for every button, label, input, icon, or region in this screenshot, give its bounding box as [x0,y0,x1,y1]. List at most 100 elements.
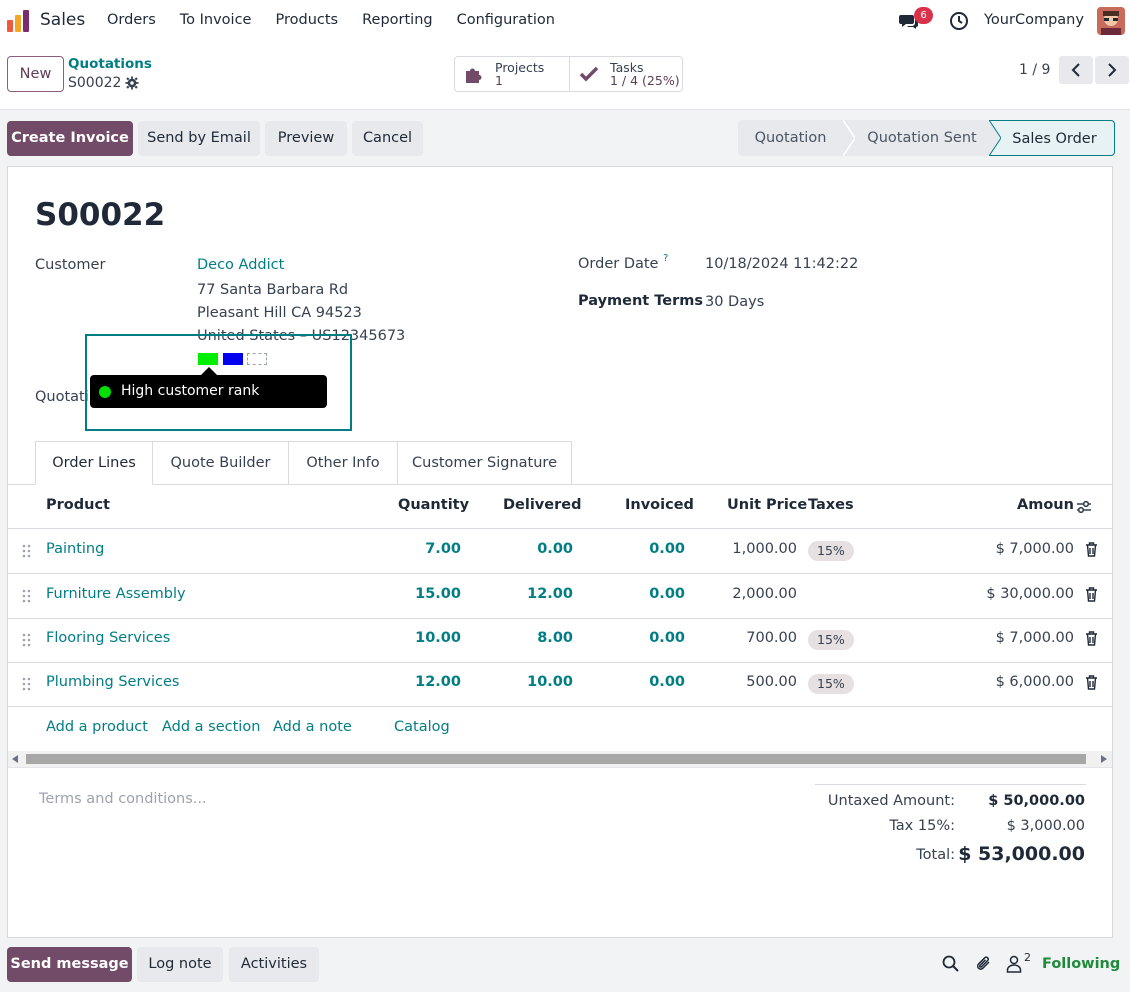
row-product[interactable]: Plumbing Services [46,674,179,690]
projects-smart-button[interactable]: Projects 1 [455,57,569,91]
add-product-link[interactable]: Add a product [46,719,148,735]
col-delivered[interactable]: Delivered [503,497,581,513]
scrollbar-thumb[interactable] [26,754,1086,764]
add-section-link[interactable]: Add a section [162,719,260,735]
payment-terms-value[interactable]: 30 Days [705,294,764,310]
row-quantity[interactable]: 7.00 [425,541,461,557]
tasks-progress: 1 / 4 (25%) [610,72,680,88]
followers-icon[interactable] [1006,955,1022,973]
row-product[interactable]: Painting [46,541,104,557]
col-product[interactable]: Product [46,497,110,513]
tab-order-lines[interactable]: Order Lines [35,441,153,485]
pager-value[interactable]: 1 / 9 [1019,62,1050,78]
gear-icon[interactable] [125,76,139,90]
row-invoiced[interactable]: 0.00 [649,630,685,646]
search-icon[interactable] [942,955,959,973]
trash-icon[interactable] [1085,675,1098,690]
row-product[interactable]: Furniture Assembly [46,586,186,602]
tasks-smart-button[interactable]: Tasks 1 / 4 (25%) [569,57,682,91]
row-quantity[interactable]: 15.00 [415,586,461,602]
scroll-right-icon[interactable] [1101,755,1107,763]
send-by-email-button[interactable]: Send by Email [138,121,260,156]
table-row[interactable]: Furniture Assembly 15.00 12.00 0.00 2,00… [8,574,1112,619]
following-button[interactable]: Following [1042,956,1120,972]
preview-button[interactable]: Preview [265,121,347,156]
catalog-link[interactable]: Catalog [394,719,450,735]
row-unit-price[interactable]: 500.00 [746,674,797,690]
tax-badge[interactable]: 15% [808,630,854,650]
drag-handle-icon[interactable] [22,633,32,647]
trash-icon[interactable] [1085,542,1098,557]
pager-next-button[interactable] [1095,56,1129,84]
tax-badge[interactable]: 15% [808,674,854,694]
table-row[interactable]: Plumbing Services 12.00 10.00 0.00 500.0… [8,662,1112,707]
tab-customer-signature[interactable]: Customer Signature [398,441,572,485]
sales-app-icon[interactable] [6,9,30,33]
row-unit-price[interactable]: 700.00 [746,630,797,646]
add-note-link[interactable]: Add a note [273,719,352,735]
row-delivered[interactable]: 0.00 [537,541,573,557]
terms-and-conditions-input[interactable]: Terms and conditions... [39,791,207,807]
menu-configuration[interactable]: Configuration [457,12,555,28]
table-row[interactable]: Painting 7.00 0.00 0.00 1,000.00 15% $ 7… [8,529,1112,574]
form-sheet: S00022 Customer Deco Addict 77 Santa Bar… [7,166,1113,938]
paperclip-icon[interactable] [975,955,993,973]
company-switcher[interactable]: YourCompany [984,12,1084,28]
user-avatar[interactable] [1097,7,1125,35]
cancel-button[interactable]: Cancel [352,121,423,156]
app-name[interactable]: Sales [40,10,85,30]
col-quantity[interactable]: Quantity [398,497,469,513]
menu-products[interactable]: Products [275,12,338,28]
drag-handle-icon[interactable] [22,677,32,691]
row-quantity[interactable]: 10.00 [415,630,461,646]
menu-orders[interactable]: Orders [107,12,156,28]
drag-handle-icon[interactable] [22,589,32,603]
tax-badge[interactable]: 15% [808,541,854,561]
color-chip-blue[interactable] [223,353,243,365]
stage-quotation-sent[interactable]: Quotation Sent [855,120,989,156]
chevron-left-icon [1071,63,1080,77]
tab-other-info[interactable]: Other Info [289,441,398,485]
projects-count: 1 [495,72,503,88]
col-unit-price[interactable]: Unit Price [727,497,807,513]
stage-sales-order[interactable]: Sales Order [1001,120,1115,156]
row-amount: $ 30,000.00 [986,586,1074,602]
col-amount[interactable]: Amoun [1017,497,1074,513]
table-row[interactable]: Flooring Services 10.00 8.00 0.00 700.00… [8,618,1112,663]
row-invoiced[interactable]: 0.00 [649,674,685,690]
row-delivered[interactable]: 12.00 [527,586,573,602]
pager-previous-button[interactable] [1059,56,1093,84]
order-date-help-icon[interactable]: ? [663,253,668,264]
drag-handle-icon[interactable] [22,544,32,558]
color-chip-green[interactable] [198,353,218,365]
col-taxes[interactable]: Taxes [808,497,854,513]
activity-clock-icon[interactable] [949,11,969,31]
row-delivered[interactable]: 8.00 [537,630,573,646]
breadcrumb-quotations[interactable]: Quotations [68,56,152,72]
col-invoiced[interactable]: Invoiced [625,497,694,513]
trash-icon[interactable] [1085,631,1098,646]
horizontal-scrollbar[interactable] [8,751,1112,767]
row-invoiced[interactable]: 0.00 [649,586,685,602]
send-message-button[interactable]: Send message [7,947,132,982]
stage-quotation[interactable]: Quotation [738,120,843,156]
color-chip-empty[interactable] [247,353,267,365]
new-button[interactable]: New [7,56,64,92]
optional-columns-icon[interactable] [1076,499,1092,515]
row-quantity[interactable]: 12.00 [415,674,461,690]
tab-quote-builder[interactable]: Quote Builder [153,441,289,485]
menu-reporting[interactable]: Reporting [362,12,433,28]
row-unit-price[interactable]: 2,000.00 [732,586,797,602]
row-invoiced[interactable]: 0.00 [649,541,685,557]
row-delivered[interactable]: 10.00 [527,674,573,690]
create-invoice-button[interactable]: Create Invoice [7,121,133,156]
trash-icon[interactable] [1085,587,1098,602]
log-note-button[interactable]: Log note [137,947,223,982]
order-date-value[interactable]: 10/18/2024 11:42:22 [705,256,858,272]
row-product[interactable]: Flooring Services [46,630,170,646]
scroll-left-icon[interactable] [12,755,18,763]
row-unit-price[interactable]: 1,000.00 [732,541,797,557]
menu-to-invoice[interactable]: To Invoice [180,12,252,28]
activities-button[interactable]: Activities [229,947,319,982]
customer-link[interactable]: Deco Addict [197,257,284,273]
